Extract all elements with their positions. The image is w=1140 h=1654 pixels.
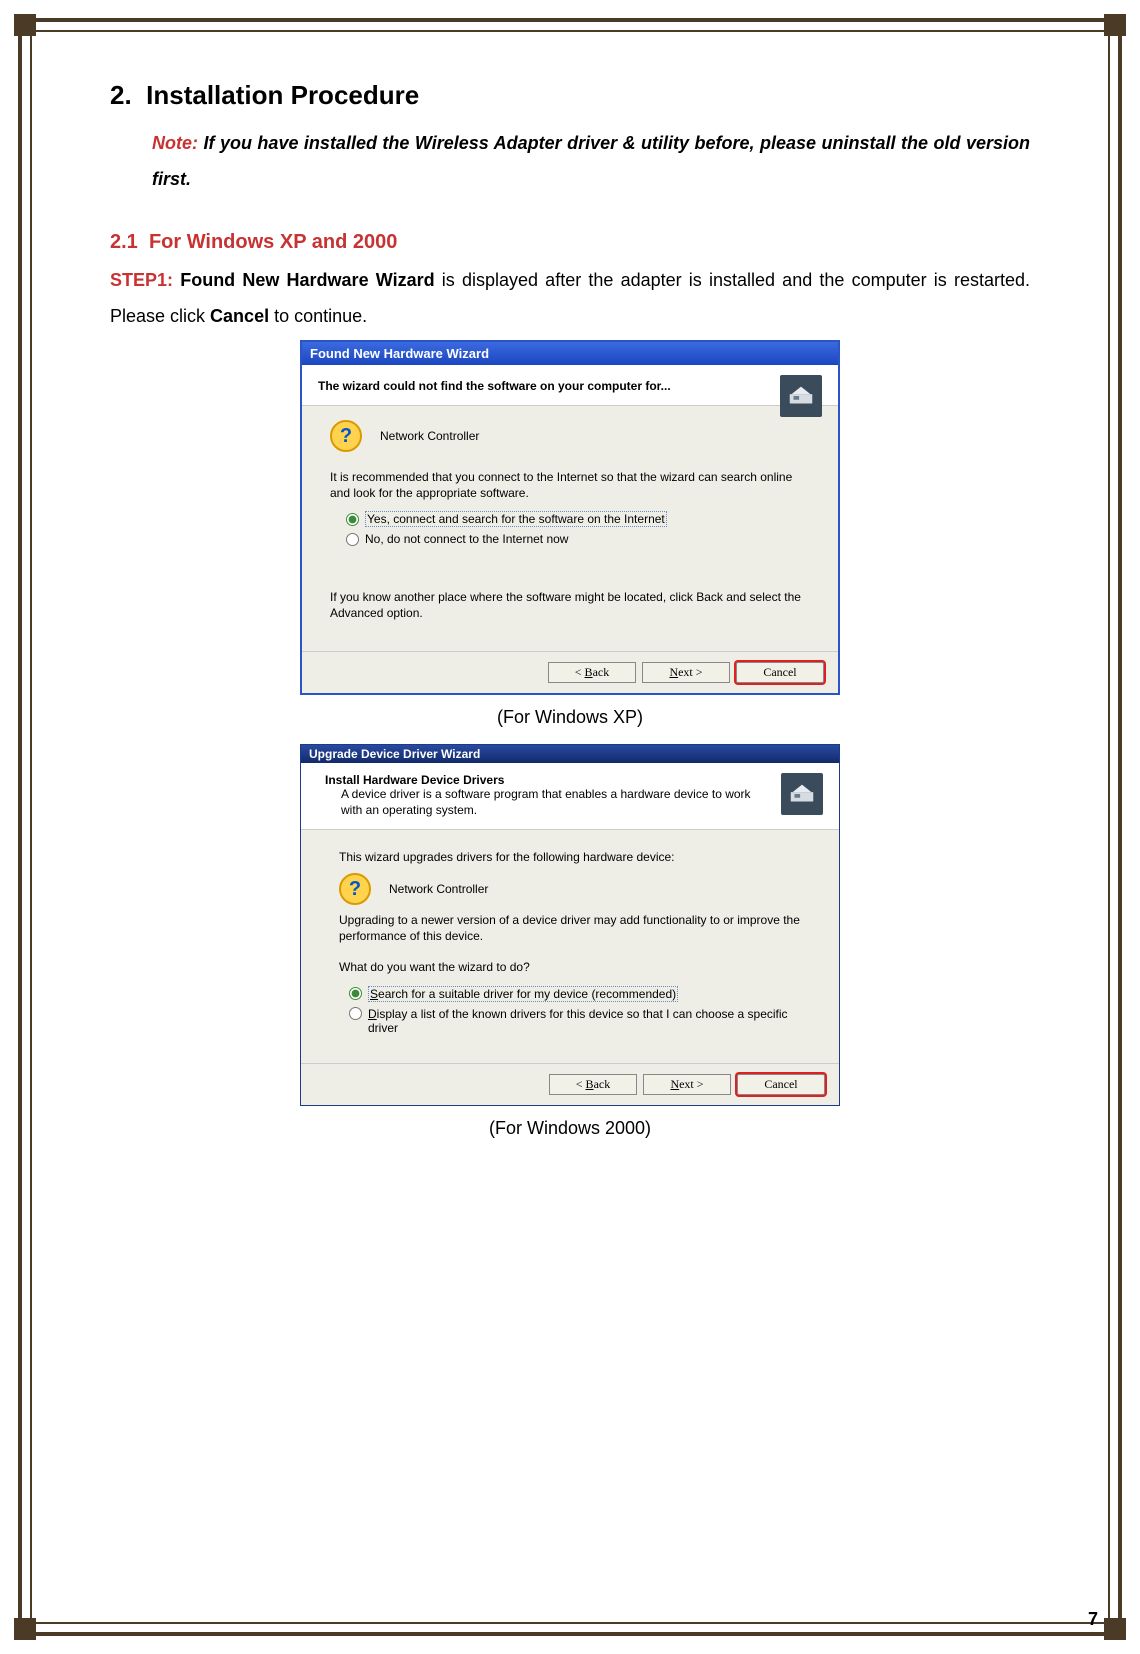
wizard-xp-body: ? Network Controller It is recommended t… <box>302 406 838 651</box>
wizard-2k-wrap: Upgrade Device Driver Wizard Install Har… <box>110 744 1030 1106</box>
wizard-xp-dialog: Found New Hardware Wizard The wizard cou… <box>300 340 840 695</box>
heading-text: Installation Procedure <box>146 80 419 110</box>
radio-yes-label: Yes, connect and search for the software… <box>365 511 667 527</box>
radio-search-input[interactable] <box>349 987 362 1000</box>
wizard-2k-question: What do you want the wizard to do? <box>339 960 811 976</box>
note-line: Note: If you have installed the Wireless… <box>152 125 1030 197</box>
radio-yes-input[interactable] <box>346 513 359 526</box>
device-name: Network Controller <box>380 429 479 443</box>
caption-xp: (For Windows XP) <box>110 707 1030 728</box>
back-button[interactable]: < Back <box>549 1074 637 1095</box>
question-icon: ? <box>339 873 371 905</box>
radio-no-label: No, do not connect to the Internet now <box>365 532 568 546</box>
question-icon: ? <box>330 420 362 452</box>
subsection-text: For Windows XP and 2000 <box>149 231 397 253</box>
cancel-button[interactable]: Cancel <box>736 662 824 683</box>
page-number: 7 <box>1088 1609 1098 1630</box>
note-text: If you have installed the Wireless Adapt… <box>152 133 1030 189</box>
page-frame: 2. Installation Procedure Note: If you h… <box>0 0 1140 1654</box>
wizard-xp-hint-text: If you know another place where the soft… <box>330 590 810 621</box>
device-row: ? Network Controller <box>330 420 810 452</box>
wizard-2k-dialog: Upgrade Device Driver Wizard Install Har… <box>300 744 840 1106</box>
wizard-xp-titlebar: Found New Hardware Wizard <box>302 342 838 365</box>
heading-section: 2. Installation Procedure <box>110 80 1030 111</box>
subsection-number: 2.1 <box>110 231 138 253</box>
wizard-2k-header: Install Hardware Device Drivers A device… <box>301 763 839 829</box>
radio-display-label: Display a list of the known drivers for … <box>368 1007 811 1035</box>
wizard-2k-body: This wizard upgrades drivers for the fol… <box>301 830 839 1063</box>
wizard-2k-intro: This wizard upgrades drivers for the fol… <box>339 850 811 866</box>
radio-search-row[interactable]: Search for a suitable driver for my devi… <box>349 986 811 1002</box>
heading-number: 2. <box>110 80 132 110</box>
wizard-2k-upgrade-text: Upgrading to a newer version of a device… <box>339 913 811 944</box>
radio-display-row[interactable]: Display a list of the known drivers for … <box>349 1007 811 1035</box>
wizard-2k-header-title: Install Hardware Device Drivers <box>325 773 823 787</box>
step1-paragraph: STEP1: Found New Hardware Wizard is disp… <box>110 262 1030 334</box>
step1-cancel-word: Cancel <box>210 306 269 326</box>
hardware-icon <box>781 773 823 815</box>
radio-search-label: Search for a suitable driver for my devi… <box>368 986 678 1002</box>
wizard-xp-radio-group: Yes, connect and search for the software… <box>346 511 810 546</box>
radio-display-input[interactable] <box>349 1007 362 1020</box>
hardware-icon <box>780 375 822 417</box>
next-button[interactable]: Next > <box>643 1074 731 1095</box>
wizard-xp-wrap: Found New Hardware Wizard The wizard cou… <box>110 340 1030 695</box>
radio-yes-row[interactable]: Yes, connect and search for the software… <box>346 511 810 527</box>
back-button[interactable]: < Back <box>548 662 636 683</box>
device-name: Network Controller <box>389 882 488 896</box>
wizard-2k-header-sub: A device driver is a software program th… <box>341 787 763 818</box>
step1-wizard-name: Found New Hardware Wizard <box>180 270 434 290</box>
wizard-xp-footer: < Back Next > Cancel <box>302 651 838 693</box>
radio-no-row[interactable]: No, do not connect to the Internet now <box>346 532 810 546</box>
next-button[interactable]: Next > <box>642 662 730 683</box>
step1-text-end: to continue. <box>274 306 367 326</box>
wizard-xp-recommend-text: It is recommended that you connect to th… <box>330 470 810 501</box>
wizard-2k-radio-group: Search for a suitable driver for my devi… <box>349 986 811 1035</box>
heading-subsection: 2.1 For Windows XP and 2000 <box>110 231 1030 254</box>
wizard-2k-titlebar: Upgrade Device Driver Wizard <box>301 745 839 763</box>
radio-no-input[interactable] <box>346 533 359 546</box>
wizard-xp-header: The wizard could not find the software o… <box>302 365 838 406</box>
cancel-button[interactable]: Cancel <box>737 1074 825 1095</box>
wizard-xp-header-text: The wizard could not find the software o… <box>318 379 671 393</box>
step1-label: STEP1: <box>110 270 180 290</box>
note-label: Note: <box>152 133 198 153</box>
wizard-2k-footer: < Back Next > Cancel <box>301 1063 839 1105</box>
page-content: 2. Installation Procedure Note: If you h… <box>110 80 1030 1574</box>
caption-2k: (For Windows 2000) <box>110 1118 1030 1139</box>
